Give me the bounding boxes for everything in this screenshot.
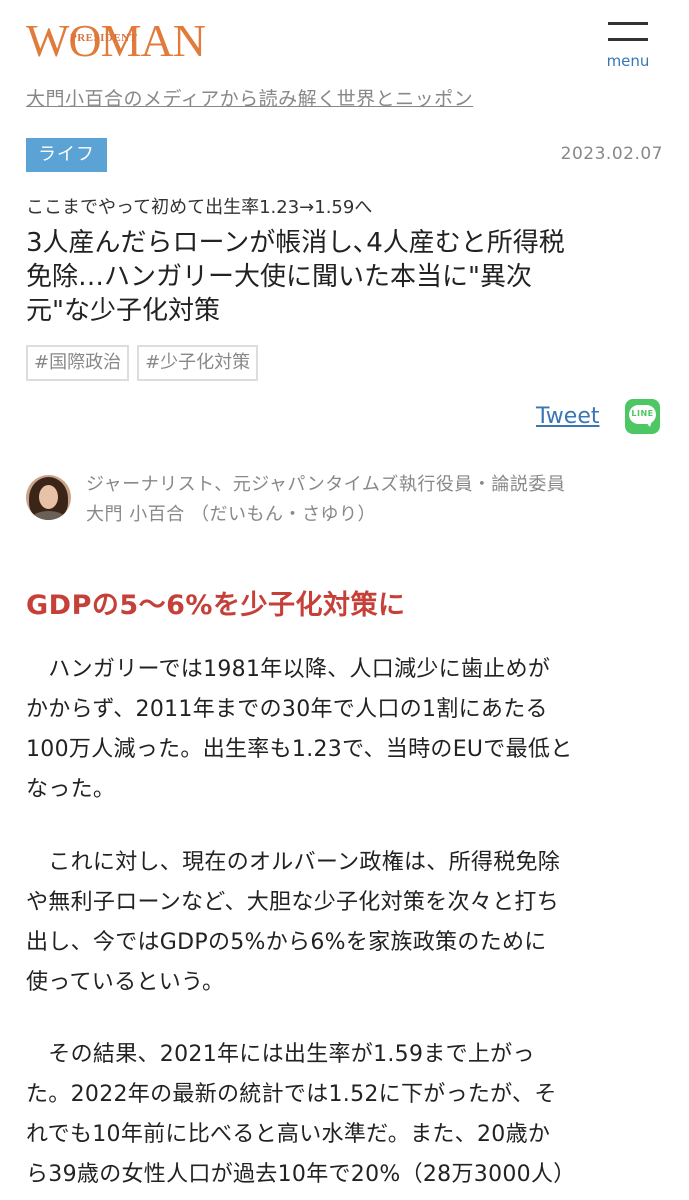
article-paragraph: これに対し、現在のオルバーン政権は、所得税免除 や無利子ローンなど、大胆な少子化… [26, 843, 666, 1003]
title-line: 3人産んだらローンが帳消し､4人産むと所得税 [26, 228, 565, 258]
publish-date: 2023.02.07 [560, 144, 663, 164]
tag-birthrate-policy[interactable]: #少子化対策 [137, 345, 259, 381]
paragraph-line: 出し、今ではGDPの5%から6%を家族政策のために [26, 930, 547, 955]
series-link[interactable]: 大門小百合のメディアから読み解く世界とニッポン [26, 84, 473, 111]
author-block: ジャーナリスト、元ジャパンタイムズ執行役員・論説委員 大門 小百合 （だいもん・… [26, 470, 666, 530]
paragraph-line: た。2022年の最新の統計では1.52に下がったが、そ [26, 1082, 557, 1107]
paragraph-line: ハンガリーでは1981年以降、人口減少に歯止めが [26, 657, 551, 682]
section-heading: GDPの5～6%を少子化対策に [26, 590, 406, 621]
author-role: ジャーナリスト、元ジャパンタイムズ執行役員・論説委員 [86, 474, 566, 495]
author-name[interactable]: 大門 小百合 （だいもん・さゆり） [86, 500, 376, 526]
paragraph-line: 100万人減った。出生率も1.23で、当時のEUで最低と [26, 737, 573, 762]
paragraph-line: これに対し、現在のオルバーン政権は、所得税免除 [26, 850, 561, 875]
paragraph-line: れでも10年前に比べると高い水準だ。また、20歳か [26, 1122, 551, 1147]
hamburger-icon [608, 38, 648, 41]
title-line: 免除…ハンガリー大使に聞いた本当に"異次 [26, 262, 532, 292]
menu-label: menu [606, 52, 650, 70]
tag-list: #国際政治 #少子化対策 [26, 345, 259, 381]
paragraph-line: ら39歳の女性人口が過去10年で20%（28万3000人） [26, 1162, 576, 1187]
menu-button[interactable]: menu [598, 18, 658, 73]
paragraph-line: や無利子ローンなど、大胆な少子化対策を次々と打ち [26, 890, 560, 915]
logo-president-text: PRESIDENT [70, 32, 138, 44]
paragraph-line: その結果、2021年には出生率が1.59まで上がっ [26, 1042, 535, 1067]
article-paragraph: その結果、2021年には出生率が1.59まで上がっ た。2022年の最新の統計で… [26, 1035, 666, 1195]
article-subtitle: ここまでやって初めて出生率1.23→1.59へ [26, 197, 373, 218]
president-woman-logo[interactable]: WOMAN PRESIDENT [26, 14, 236, 66]
paragraph-line: なった。 [26, 777, 116, 802]
title-line: 元"な少子化対策 [26, 296, 220, 326]
article-title: 3人産んだらローンが帳消し､4人産むと所得税 免除…ハンガリー大使に聞いた本当に… [26, 226, 656, 328]
site-header: WOMAN PRESIDENT menu [0, 0, 689, 80]
tweet-link[interactable]: Tweet [536, 404, 600, 429]
paragraph-line: かからず、2011年までの30年で人口の1割にあたる [26, 697, 548, 722]
tag-international-politics[interactable]: #国際政治 [26, 345, 130, 381]
paragraph-line: 使っているという。 [26, 970, 225, 995]
line-share-icon[interactable]: LINE [625, 399, 660, 434]
category-badge[interactable]: ライフ [26, 138, 107, 172]
line-icon-label: LINE [631, 409, 654, 418]
hamburger-icon [608, 22, 648, 25]
article-paragraph: ハンガリーでは1981年以降、人口減少に歯止めが かからず、2011年までの30… [26, 650, 666, 810]
author-avatar[interactable] [26, 475, 71, 520]
